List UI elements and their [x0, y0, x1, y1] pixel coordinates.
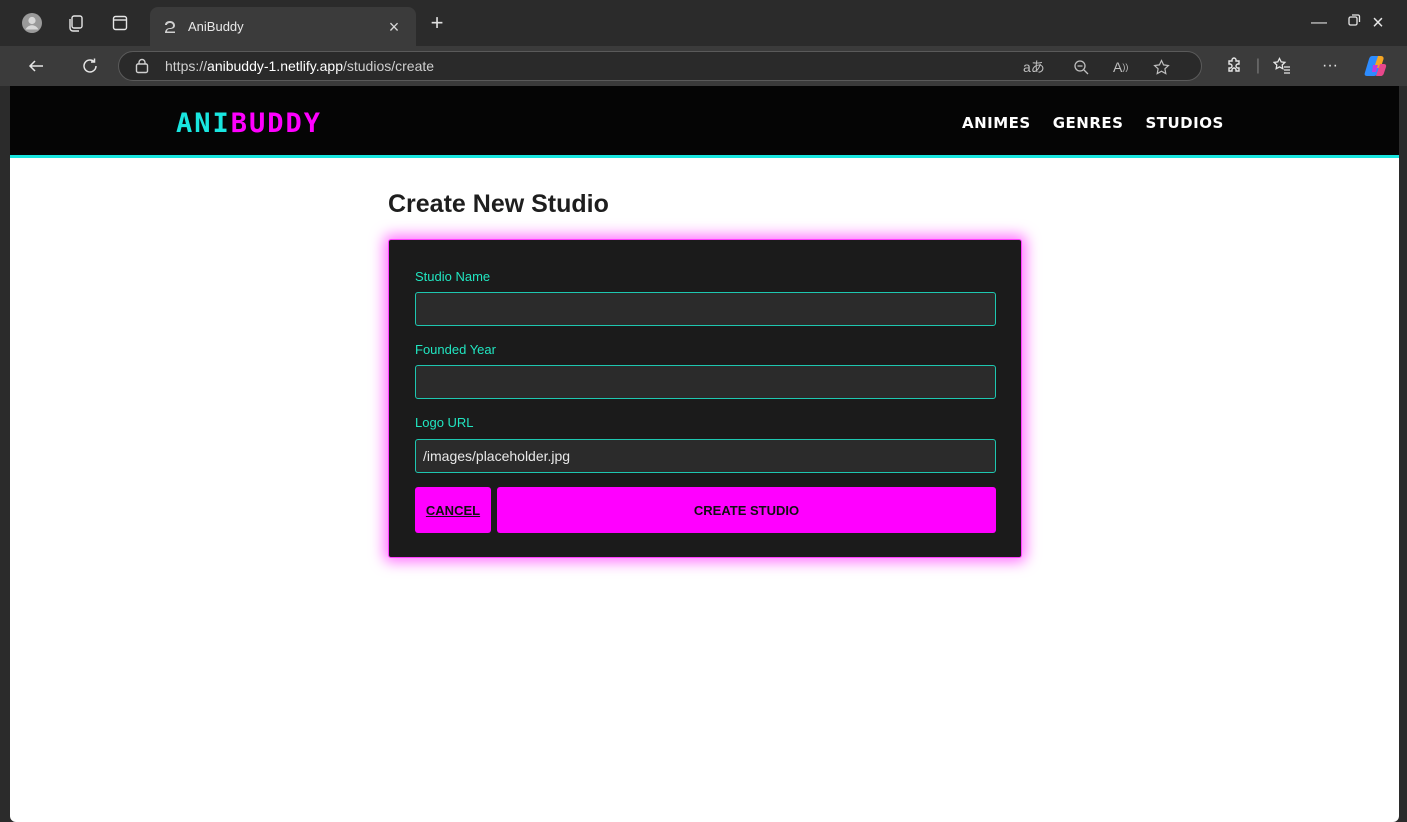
- studio-name-input[interactable]: [415, 292, 996, 326]
- tab-bar: AniBuddy × + — ×: [0, 0, 1407, 46]
- site-header: ANIBUDDY ANIMES GENRES STUDIOS: [10, 86, 1399, 158]
- page-viewport: ANIBUDDY ANIMES GENRES STUDIOS Create Ne…: [10, 86, 1399, 822]
- refresh-icon[interactable]: [78, 54, 102, 78]
- translate-icon[interactable]: aあ: [1023, 52, 1045, 82]
- address-bar[interactable]: https://anibuddy-1.netlify.app/studios/c…: [118, 51, 1202, 81]
- founded-year-label: Founded Year: [415, 342, 496, 357]
- founded-year-input[interactable]: [415, 365, 996, 399]
- nav-link-animes[interactable]: ANIMES: [962, 114, 1031, 132]
- site-nav: ANIMES GENRES STUDIOS: [962, 114, 1224, 132]
- workspaces-icon[interactable]: [64, 11, 88, 35]
- page-title: Create New Studio: [388, 190, 609, 218]
- browser-window: AniBuddy × + — × https://anibuddy-1.netl…: [0, 0, 1407, 822]
- active-tab[interactable]: AniBuddy ×: [150, 7, 416, 46]
- restore-icon[interactable]: [1342, 12, 1366, 34]
- url-text: https://anibuddy-1.netlify.app/studios/c…: [165, 58, 435, 74]
- tab-actions-icon[interactable]: [108, 11, 132, 35]
- navigation-toolbar: https://anibuddy-1.netlify.app/studios/c…: [0, 46, 1407, 86]
- logo-url-label: Logo URL: [415, 415, 474, 430]
- profile-icon[interactable]: [20, 11, 44, 35]
- logo-url-input[interactable]: [415, 439, 996, 473]
- create-studio-button[interactable]: CREATE STUDIO: [497, 487, 996, 533]
- close-window-icon[interactable]: ×: [1366, 12, 1390, 34]
- nav-link-genres[interactable]: GENRES: [1053, 114, 1124, 132]
- toolbar-divider: |: [1255, 57, 1261, 74]
- read-aloud-icon[interactable]: A)): [1113, 52, 1128, 82]
- nav-link-studios[interactable]: STUDIOS: [1145, 114, 1223, 132]
- minimize-icon[interactable]: —: [1307, 12, 1331, 34]
- cancel-button[interactable]: CANCEL: [415, 487, 491, 533]
- favorites-icon[interactable]: [1270, 54, 1294, 78]
- site-logo[interactable]: ANIBUDDY: [176, 108, 322, 139]
- tab-title: AniBuddy: [188, 19, 244, 34]
- extensions-icon[interactable]: [1222, 54, 1246, 78]
- copilot-icon[interactable]: [1364, 54, 1388, 78]
- studio-name-label: Studio Name: [415, 269, 491, 284]
- lock-icon[interactable]: [135, 58, 151, 74]
- zoom-out-icon[interactable]: [1073, 52, 1089, 82]
- site-favicon-icon: [162, 19, 178, 35]
- close-tab-icon[interactable]: ×: [384, 17, 404, 37]
- new-tab-icon[interactable]: +: [424, 12, 450, 34]
- more-options-icon[interactable]: ···: [1318, 54, 1342, 78]
- back-icon[interactable]: [24, 54, 48, 78]
- create-studio-form: Studio Name Founded Year Logo URL CANCEL…: [388, 239, 1022, 558]
- favorite-star-icon[interactable]: [1153, 52, 1170, 82]
